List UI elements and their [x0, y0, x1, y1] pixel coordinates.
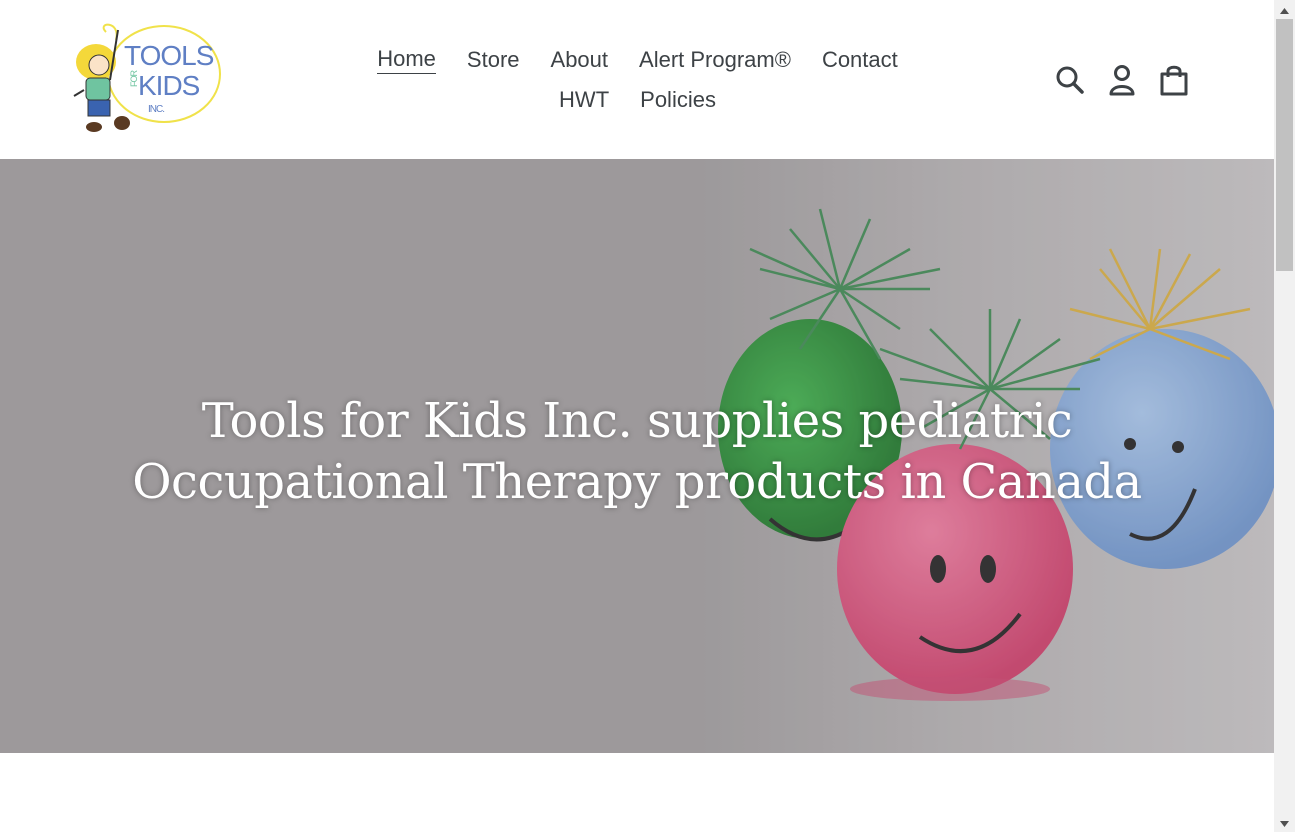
nav-item-hwt[interactable]: HWT [559, 87, 609, 113]
hero-title-line1: Tools for Kids Inc. supplies pediatric [201, 393, 1073, 449]
nav-item-about[interactable]: About [551, 47, 609, 73]
scroll-up-button[interactable] [1274, 2, 1295, 19]
scrollbar-thumb[interactable] [1276, 19, 1293, 271]
nav-row-2: HWT Policies [300, 80, 975, 120]
hero-title: Tools for Kids Inc. supplies pediatric O… [60, 391, 1214, 513]
nav-item-store[interactable]: Store [467, 47, 520, 73]
account-icon [1109, 65, 1135, 96]
site-logo[interactable]: TOOLS FOR KIDS INC. [66, 20, 224, 138]
main-navigation: Home Store About Alert Program® Contact … [300, 40, 975, 120]
nav-item-contact[interactable]: Contact [822, 47, 898, 73]
nav-row-1: Home Store About Alert Program® Contact [300, 40, 975, 80]
page-scrollbar[interactable] [1274, 0, 1295, 832]
cart-icon [1160, 65, 1188, 96]
scroll-down-button[interactable] [1274, 815, 1295, 832]
hero-title-line2: Occupational Therapy products in Canada [132, 454, 1142, 510]
nav-item-policies[interactable]: Policies [640, 87, 716, 113]
nav-item-home[interactable]: Home [377, 46, 436, 74]
cart-button[interactable] [1154, 60, 1194, 100]
search-button[interactable] [1050, 60, 1090, 100]
site-header: TOOLS FOR KIDS INC. Home Store About Ale… [0, 0, 1274, 159]
arrow-up-icon [1280, 7, 1289, 14]
logo-line2: KIDS [138, 70, 200, 101]
header-icons [1050, 60, 1194, 100]
nav-item-alert-program[interactable]: Alert Program® [639, 47, 791, 73]
search-icon [1056, 66, 1084, 94]
hero-banner: Tools for Kids Inc. supplies pediatric O… [0, 159, 1274, 753]
logo-line1: TOOLS [124, 40, 214, 71]
logo-inc: INC. [148, 104, 165, 115]
arrow-down-icon [1280, 820, 1289, 827]
account-button[interactable] [1102, 60, 1142, 100]
